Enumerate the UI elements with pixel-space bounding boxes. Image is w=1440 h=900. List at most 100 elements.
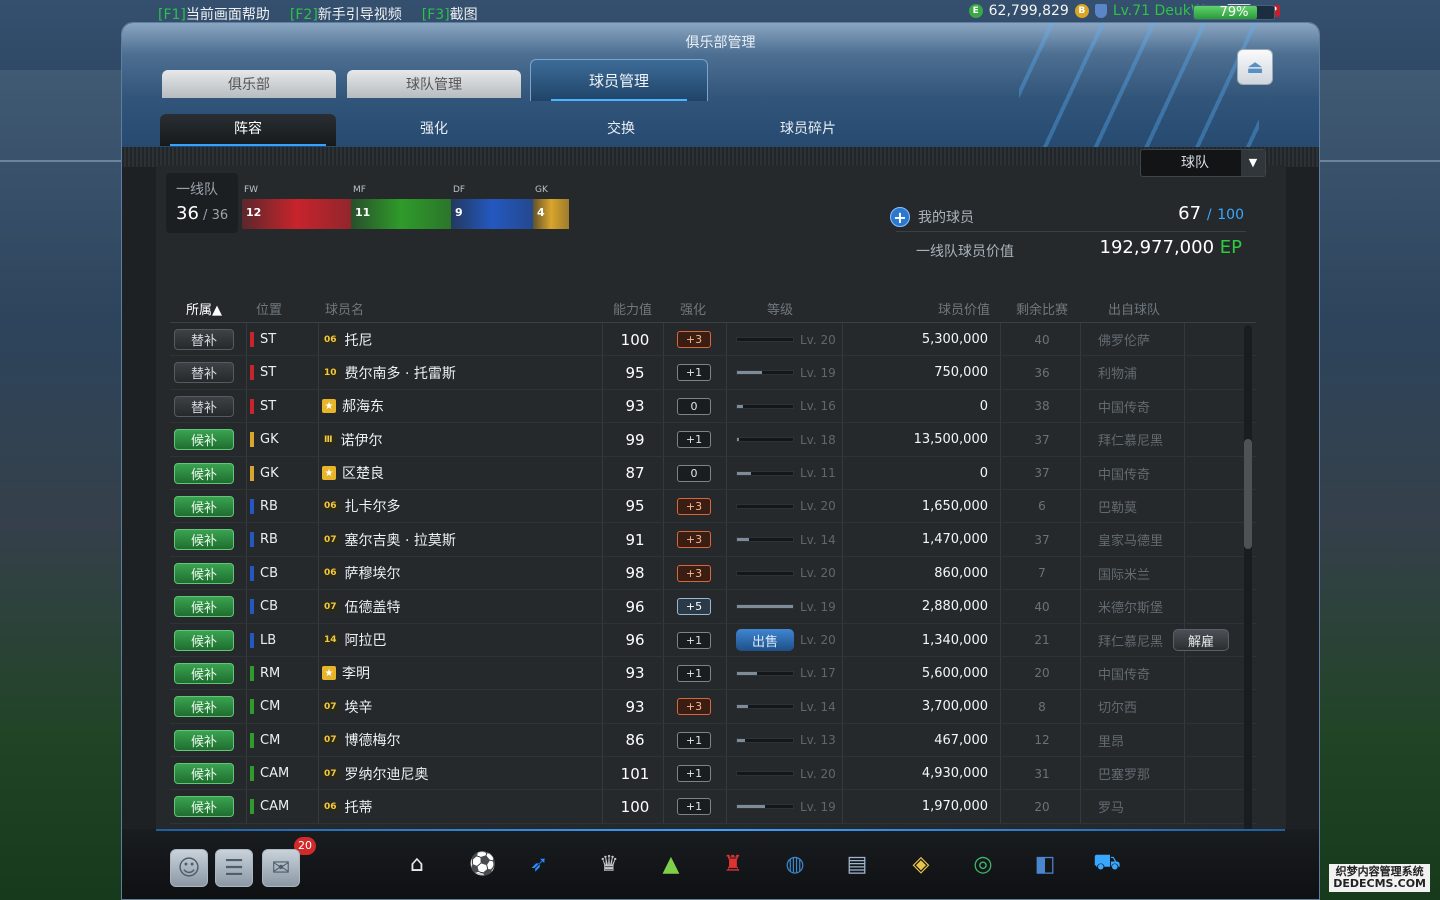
status-button[interactable]: 替补 (174, 362, 234, 384)
table-row[interactable]: 候补 CAM 06 托蒂 100 +1 Lv. 19 1,970,000 20 罗马 (170, 790, 1256, 824)
col-header-position[interactable]: 位置 (256, 299, 282, 318)
column-divider (1000, 489, 1001, 523)
player-name[interactable]: 塞尔吉奥 · 拉莫斯 (345, 530, 456, 550)
status-button[interactable]: 候补 (174, 796, 234, 818)
table-row[interactable]: 候补 CM 07 博德梅尔 86 +1 Lv. 13 467,000 12 里昂 (170, 723, 1256, 758)
table-row[interactable]: 候补 RB 07 塞尔吉奥 · 拉莫斯 91 +3 Lv. 14 1,470,000 37 皇家马… (170, 523, 1256, 557)
tab-lineup[interactable]: 阵容 (160, 114, 336, 146)
cart-icon[interactable]: ⛟ (1086, 843, 1128, 885)
level-progress-fill (737, 471, 751, 475)
table-scrollbar[interactable] (1244, 325, 1252, 835)
col-header-games[interactable]: 剩余比赛 (1016, 299, 1068, 318)
player-name[interactable]: 托蒂 (345, 797, 373, 817)
col-header-club[interactable]: 出自球队 (1108, 299, 1160, 318)
globe-icon[interactable]: ◍ (774, 843, 816, 885)
help-link[interactable]: [F1]当前画面帮助 (158, 4, 270, 24)
player-value: 13,500,000 (913, 432, 988, 448)
close-window-button[interactable]: ⏏ (1237, 49, 1273, 85)
ball-icon[interactable]: ⚽ (462, 843, 504, 885)
status-cell: 候补 (174, 624, 234, 657)
avatar-icon[interactable]: ☺ (170, 849, 208, 887)
mail-icon[interactable]: ✉ (262, 849, 300, 887)
boots-icon[interactable]: ➶ (518, 843, 560, 885)
level-text: Lv. 20 (800, 332, 836, 347)
player-name[interactable]: 扎卡尔多 (345, 496, 401, 516)
status-button[interactable]: 候补 (174, 662, 234, 684)
status-button[interactable]: 候补 (174, 729, 234, 751)
tab-player-fragments[interactable]: 球员碎片 (720, 114, 896, 146)
table-row[interactable]: 候补 GK ★ 区楚良 87 0 Lv. 11 0 37 中国传奇 (170, 456, 1256, 490)
player-name[interactable]: 罗纳尔迪尼奥 (345, 764, 429, 784)
status-button[interactable]: 候补 (174, 429, 234, 451)
tab-team-management[interactable]: 球队管理 (347, 70, 521, 98)
col-header-status[interactable]: 所属▲ (186, 299, 222, 318)
season-icon: 06 (322, 801, 339, 812)
table-row[interactable]: 替补 ST 06 托尼 100 +3 Lv. 20 5,300,000 40 佛罗伦萨 (170, 323, 1256, 357)
table-row[interactable]: 候补 GK Ⅲ 诺伊尔 99 +1 Lv. 18 13,500,000 37 拜仁慕尼黑 (170, 423, 1256, 457)
col-header-level[interactable]: 等级 (767, 299, 793, 318)
card-icon[interactable]: ◧ (1024, 843, 1066, 885)
name-cell: 07 博德梅尔 (322, 724, 401, 757)
player-value: 3,700,000 (921, 699, 988, 715)
table-row[interactable]: 替补 ST ★ 郝海东 93 0 Lv. 16 0 38 中国传奇 (170, 389, 1256, 424)
table-row[interactable]: 候补 RM ★ 李明 93 +1 Lv. 17 5,600,000 20 中国传奇 (170, 656, 1256, 691)
status-button[interactable]: 候补 (174, 696, 234, 718)
player-name[interactable]: 郝海东 (342, 396, 384, 416)
table-row[interactable]: 候补 CM 07 埃辛 93 +3 Lv. 14 3,700,000 8 切尔西 (170, 690, 1256, 724)
add-player-button[interactable]: + (890, 207, 910, 227)
chat-icon[interactable]: ☰ (215, 849, 253, 887)
tab-exchange[interactable]: 交换 (533, 114, 709, 146)
scrollbar-thumb[interactable] (1244, 439, 1252, 549)
player-name[interactable]: 埃辛 (345, 697, 373, 717)
trophy-icon[interactable]: ♛ (588, 843, 630, 885)
tutorial-video-link[interactable]: [F2]新手引导视频 (290, 4, 402, 24)
table-row[interactable]: 候补 RB 06 扎卡尔多 95 +3 Lv. 20 1,650,000 6 巴勒莫 (170, 489, 1256, 524)
player-name[interactable]: 诺伊尔 (341, 430, 383, 450)
tab-enhance[interactable]: 强化 (346, 114, 522, 146)
name-cell: 07 塞尔吉奥 · 拉莫斯 (322, 523, 456, 556)
status-button[interactable]: 候补 (174, 629, 234, 651)
table-row[interactable]: 候补 LB 14 阿拉巴 96 +1 出售 Lv. 20 1,340,000 21 拜仁慕尼黑 解雇 (170, 623, 1256, 657)
shirt-icon[interactable]: ◈ (900, 843, 942, 885)
player-name[interactable]: 托尼 (345, 330, 373, 350)
status-button[interactable]: 候补 (174, 495, 234, 517)
col-header-overall[interactable]: 能力值 (613, 299, 652, 318)
player-name[interactable]: 李明 (342, 663, 370, 683)
status-button[interactable]: 替补 (174, 329, 234, 350)
notepad-icon[interactable]: ▤ (836, 843, 878, 885)
player-name[interactable]: 博德梅尔 (345, 730, 401, 750)
player-name[interactable]: 区楚良 (342, 463, 384, 483)
status-button[interactable]: 候补 (174, 562, 234, 584)
column-divider (842, 456, 843, 489)
player-name[interactable]: 伍德盖特 (345, 597, 401, 617)
col-header-name[interactable]: 球员名 (325, 299, 364, 318)
tab-player-management[interactable]: 球员管理 (530, 59, 708, 101)
sell-button[interactable]: 出售 (736, 629, 794, 652)
jersey-icon[interactable]: ♜ (712, 843, 754, 885)
player-name[interactable]: 费尔南多 · 托雷斯 (345, 363, 456, 383)
table-row[interactable]: 候补 CAM 07 罗纳尔迪尼奥 101 +1 Lv. 20 4,930,000 31 巴塞罗那 (170, 757, 1256, 791)
team-select[interactable]: 球队 ▼ (1140, 149, 1266, 177)
col-header-value[interactable]: 球员价值 (938, 299, 990, 318)
status-button[interactable]: 候补 (174, 462, 234, 484)
enhance-badge: +3 (677, 531, 711, 549)
ranking-icon[interactable]: ▲ (650, 843, 692, 885)
club-icon[interactable]: ◎ (962, 843, 1004, 885)
tab-club[interactable]: 俱乐部 (162, 70, 336, 98)
table-row[interactable]: 候补 CB 06 萨穆埃尔 98 +3 Lv. 20 860,000 7 国际米兰 (170, 556, 1256, 591)
player-name[interactable]: 萨穆埃尔 (345, 563, 401, 583)
level-progress-bar (736, 470, 794, 476)
position-label-mf: MF (353, 185, 366, 195)
player-name[interactable]: 阿拉巴 (345, 630, 387, 650)
release-button[interactable]: 解雇 (1173, 629, 1229, 652)
whistle-icon[interactable]: ⌂ (396, 843, 438, 885)
col-header-enhance[interactable]: 强化 (680, 299, 706, 318)
status-button[interactable]: 候补 (174, 763, 234, 785)
status-button[interactable]: 替补 (174, 395, 234, 417)
column-divider (1184, 423, 1185, 456)
screenshot-link[interactable]: [F3]截图 (422, 4, 478, 24)
table-row[interactable]: 替补 ST 10 费尔南多 · 托雷斯 95 +1 Lv. 19 750,000 36 利物浦 (170, 356, 1256, 390)
table-row[interactable]: 候补 CB 07 伍德盖特 96 +5 Lv. 19 2,880,000 40 米德尔斯堡 (170, 590, 1256, 624)
status-button[interactable]: 候补 (174, 529, 234, 551)
status-button[interactable]: 候补 (174, 596, 234, 618)
